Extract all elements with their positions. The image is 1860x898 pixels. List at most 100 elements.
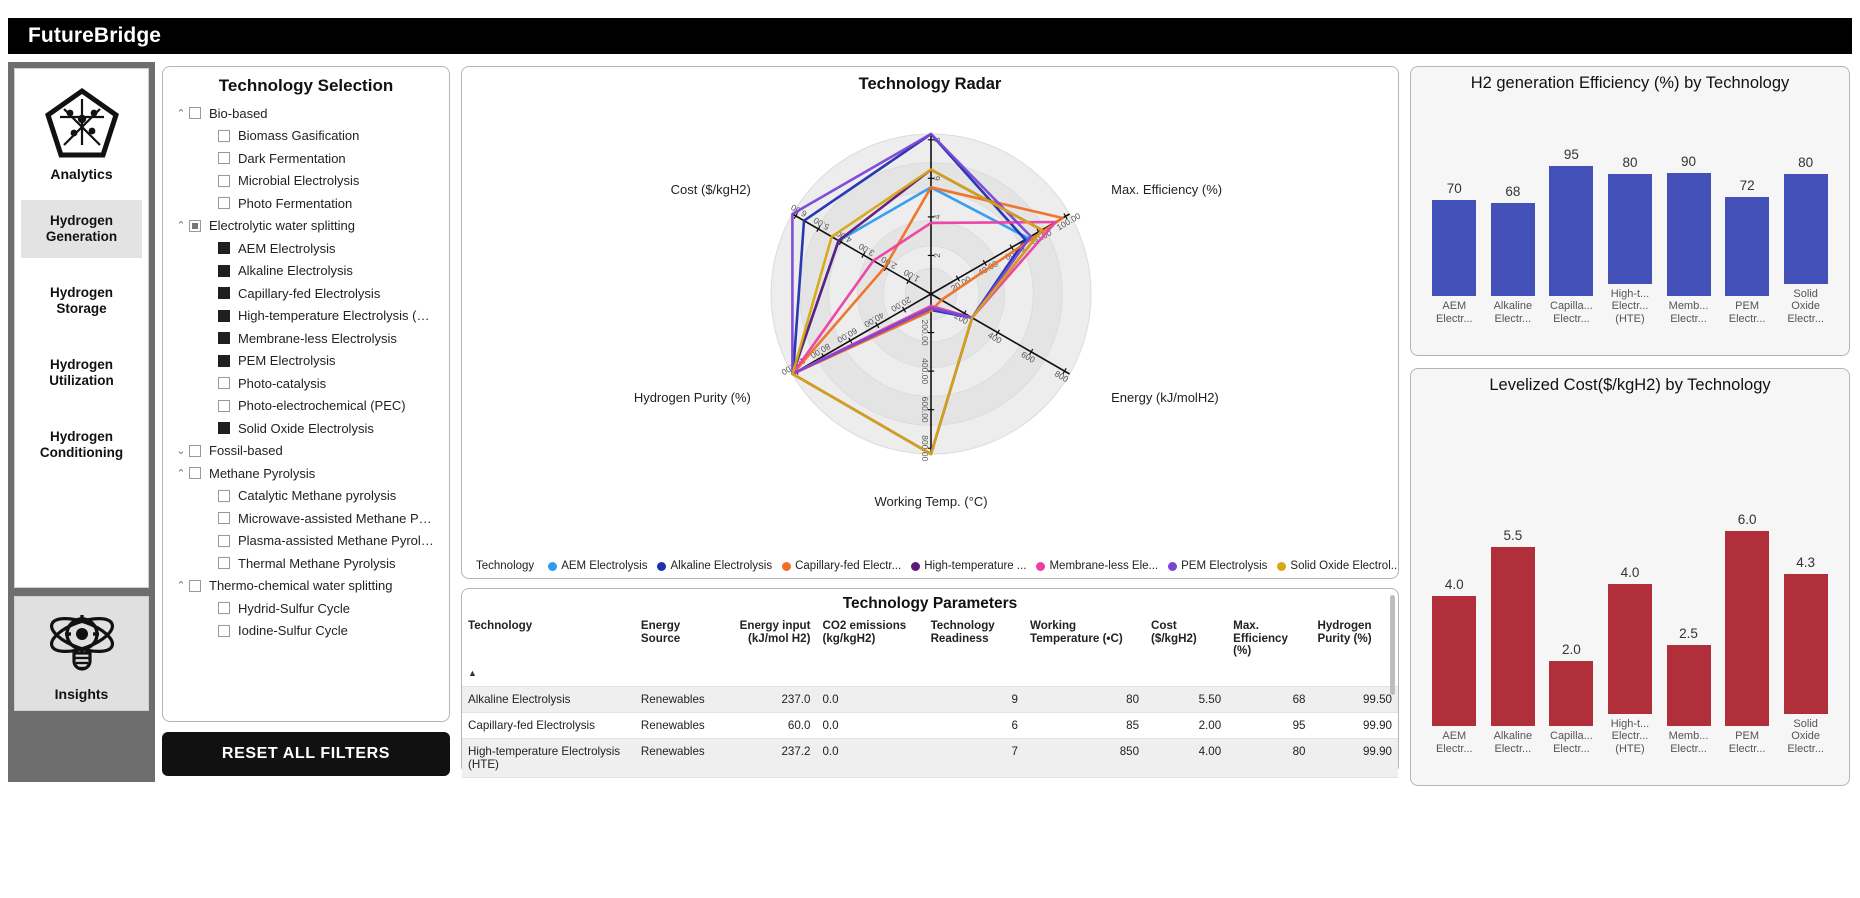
checkbox[interactable] <box>189 467 201 480</box>
checkbox[interactable] <box>218 129 230 142</box>
sidebar-item-hydrogen-storage[interactable]: Hydrogen Storage <box>21 272 142 330</box>
bar-column[interactable]: 4.3 Solid Oxide Electr... <box>1780 555 1832 755</box>
bar-column[interactable]: 4.0 High-t... Electr... (HTE) <box>1604 565 1656 756</box>
tree-item[interactable]: ⌃ Bio-based <box>173 102 443 125</box>
checkbox[interactable] <box>218 602 230 615</box>
checkbox[interactable] <box>189 219 201 232</box>
checkbox[interactable] <box>218 152 230 165</box>
legend-item[interactable]: Solid Oxide Electrol... <box>1277 560 1398 572</box>
checkbox[interactable] <box>218 242 230 255</box>
bar-column[interactable]: 6.0 PEM Electr... <box>1721 512 1773 755</box>
tree-item[interactable]: AEM Electrolysis <box>173 237 443 260</box>
checkbox[interactable] <box>189 107 201 120</box>
tree-item[interactable]: High-temperature Electrolysis (… <box>173 305 443 328</box>
bar-column[interactable]: 80 Solid Oxide Electr... <box>1780 155 1832 325</box>
bar[interactable] <box>1666 644 1711 726</box>
table-row[interactable]: Alkaline Electrolysis Renewables 237.0 0.0 9… <box>462 686 1398 713</box>
bar[interactable] <box>1549 661 1594 726</box>
checkbox[interactable] <box>218 197 230 210</box>
tree-item[interactable]: Microbial Electrolysis <box>173 170 443 193</box>
bar-column[interactable]: 70 AEM Electr... <box>1428 181 1480 325</box>
col-cost[interactable]: Cost ($/kgH2) <box>1145 613 1227 660</box>
tree-item[interactable]: Catalytic Methane pyrolysis <box>173 485 443 508</box>
insights-card[interactable]: Insights <box>14 596 149 711</box>
sidebar-item-hydrogen-conditioning[interactable]: Hydrogen Conditioning <box>21 416 142 474</box>
checkbox[interactable] <box>218 354 230 367</box>
tree-item[interactable]: Membrane-less Electrolysis <box>173 327 443 350</box>
chevron-up-icon[interactable]: ⌃ <box>173 107 189 120</box>
chevron-up-icon[interactable]: ⌃ <box>173 219 189 232</box>
tree-item[interactable]: Dark Fermentation <box>173 147 443 170</box>
bar-column[interactable]: 90 Memb... Electr... <box>1663 154 1715 325</box>
checkbox[interactable] <box>218 422 230 435</box>
bar[interactable] <box>1725 531 1770 726</box>
chevron-up-icon[interactable]: ⌃ <box>173 467 189 480</box>
bar[interactable] <box>1607 583 1652 714</box>
checkbox[interactable] <box>218 557 230 570</box>
chevron-up-icon[interactable]: ⌃ <box>173 579 189 592</box>
table-row[interactable]: Capillary-fed Electrolysis Renewables 60.0… <box>462 712 1398 739</box>
technology-tree[interactable]: ⌃ Bio-based Biomass Gasification Dark Ferme… <box>163 102 449 650</box>
col-technology-readiness[interactable]: Technology Readiness <box>925 613 1024 660</box>
checkbox[interactable] <box>218 332 230 345</box>
bar[interactable] <box>1490 547 1535 726</box>
legend-item[interactable]: Capillary-fed Electr... <box>782 560 901 572</box>
reset-all-filters-button[interactable]: RESET ALL FILTERS <box>162 732 450 776</box>
tree-item[interactable]: Biomass Gasification <box>173 125 443 148</box>
tree-item[interactable]: ⌃ Methane Pyrolysis <box>173 462 443 485</box>
sidebar-item-hydrogen-generation[interactable]: Hydrogen Generation <box>21 200 142 258</box>
checkbox[interactable] <box>218 534 230 547</box>
bar-column[interactable]: 4.0 AEM Electr... <box>1428 577 1480 755</box>
table-scrollbar[interactable] <box>1390 595 1395 695</box>
bar[interactable] <box>1432 200 1477 296</box>
tree-item[interactable]: Photo-catalysis <box>173 372 443 395</box>
checkbox[interactable] <box>218 309 230 322</box>
legend-item[interactable]: PEM Electrolysis <box>1168 560 1267 572</box>
chevron-down-icon[interactable]: ⌄ <box>173 444 189 457</box>
bar[interactable] <box>1549 166 1594 296</box>
checkbox[interactable] <box>189 444 201 457</box>
checkbox[interactable] <box>218 174 230 187</box>
legend-item[interactable]: High-temperature ... <box>911 560 1026 572</box>
table-row[interactable]: High-temperature Electrolysis (HTE) Renew… <box>462 738 1398 778</box>
bar-column[interactable]: 2.0 Capilla... Electr... <box>1545 642 1597 755</box>
tree-item[interactable]: Solid Oxide Electrolysis <box>173 417 443 440</box>
bar[interactable] <box>1607 174 1652 284</box>
tree-item[interactable]: ⌃ Thermo-chemical water splitting <box>173 575 443 598</box>
bar[interactable] <box>1725 197 1770 296</box>
radar-legend[interactable]: Technology AEM Electrolysis Alkaline Elec… <box>462 560 1398 572</box>
efficiency-bars[interactable]: 70 AEM Electr... 68 Alkaline Electr... 95 Capil… <box>1411 93 1849 325</box>
radar-plot[interactable]: 2468TRL (1-9)20.0040.0060.0080.00100.00M… <box>462 78 1398 514</box>
col-max-efficiency[interactable]: Max. Efficiency (%) <box>1227 613 1311 660</box>
bar-column[interactable]: 95 Capilla... Electr... <box>1545 147 1597 325</box>
tree-item[interactable]: Photo-electrochemical (PEC) <box>173 395 443 418</box>
sidebar-item-hydrogen-utilization[interactable]: Hydrogen Utilization <box>21 344 142 402</box>
legend-item[interactable]: AEM Electrolysis <box>548 560 647 572</box>
col-hydrogen-purity[interactable]: Hydrogen Purity (%) <box>1311 613 1398 660</box>
col-working-temperature[interactable]: Working Temperature (•C) <box>1024 613 1145 660</box>
bar[interactable] <box>1666 172 1711 296</box>
col-technology[interactable]: Technology <box>462 613 635 660</box>
legend-item[interactable]: Membrane-less Ele... <box>1036 560 1158 572</box>
bar-column[interactable]: 72 PEM Electr... <box>1721 178 1773 325</box>
cost-bars[interactable]: 4.0 AEM Electr... 5.5 Alkaline Electr... 2.0 Ca… <box>1411 395 1849 755</box>
checkbox[interactable] <box>218 377 230 390</box>
tree-item[interactable]: Microwave-assisted Methane P… <box>173 507 443 530</box>
bar[interactable] <box>1783 573 1828 714</box>
tree-item[interactable]: Photo Fermentation <box>173 192 443 215</box>
legend-item[interactable]: Alkaline Electrolysis <box>657 560 772 572</box>
bar-column[interactable]: 68 Alkaline Electr... <box>1487 184 1539 325</box>
tree-item[interactable]: Alkaline Electrolysis <box>173 260 443 283</box>
tree-item[interactable]: Iodine-Sulfur Cycle <box>173 620 443 643</box>
bar-column[interactable]: 5.5 Alkaline Electr... <box>1487 528 1539 755</box>
checkbox[interactable] <box>218 399 230 412</box>
col-energy-input[interactable]: Energy input (kJ/mol H2) <box>719 613 816 660</box>
tree-item[interactable]: PEM Electrolysis <box>173 350 443 373</box>
col-co2-emissions[interactable]: CO2 emissions (kg/kgH2) <box>816 613 924 660</box>
bar[interactable] <box>1783 174 1828 284</box>
checkbox[interactable] <box>218 264 230 277</box>
checkbox[interactable] <box>218 287 230 300</box>
bar[interactable] <box>1432 596 1477 726</box>
tree-item[interactable]: ⌄ Fossil-based <box>173 440 443 463</box>
checkbox[interactable] <box>189 579 201 592</box>
